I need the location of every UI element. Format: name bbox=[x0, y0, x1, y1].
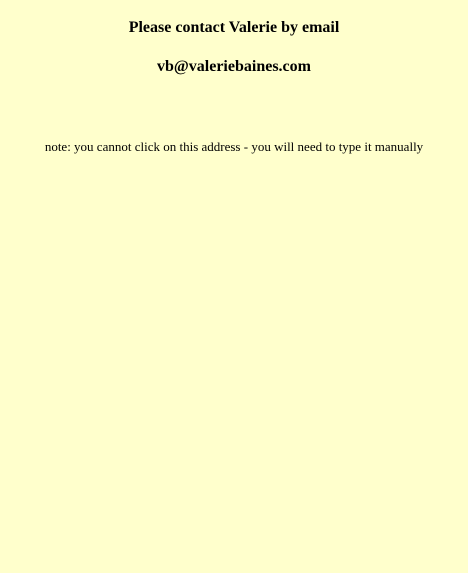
contact-heading: Please contact Valerie by email bbox=[128, 19, 340, 36]
email-address-text: vb@valeriebaines.com bbox=[157, 58, 311, 75]
manual-typing-note: note: you cannot click on this address -… bbox=[44, 139, 424, 154]
contact-page: Please contact Valerie by email vb@valer… bbox=[0, 0, 468, 573]
